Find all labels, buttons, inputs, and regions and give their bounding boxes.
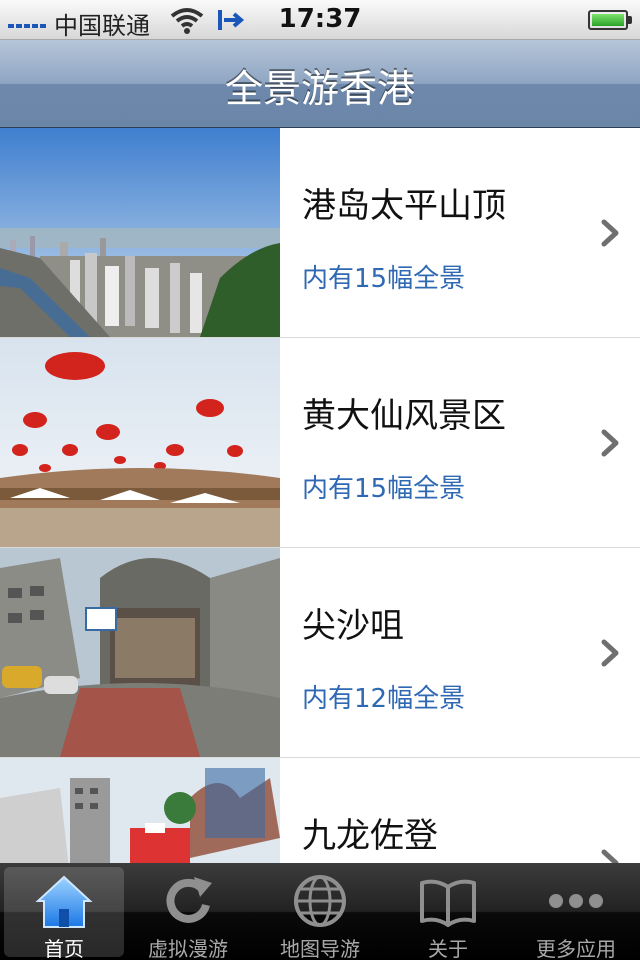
globe-icon [294,875,346,927]
navigation-bar: 全景游香港 [0,40,640,128]
tab-more-apps[interactable]: 更多应用 [516,867,636,961]
tab-map-guide[interactable]: 地图导游 [260,867,380,961]
item-subtitle: 内有12幅全景 [302,684,466,714]
panorama-thumbnail [0,128,280,337]
chevron-right-icon [601,639,619,667]
status-bar: 中国联通 17:37 [0,0,640,40]
tab-bar: 首页 虚拟漫游 地图导游 关于 更多应用 [0,863,640,961]
tab-home[interactable]: 首页 [4,867,124,961]
more-icon [549,894,603,908]
battery-icon [588,10,632,30]
location-list: 港岛太平山顶 内有15幅全景 黄大仙风景区 内有15幅全景 尖沙咀 内有12幅全… [0,128,640,863]
home-icon [35,875,93,928]
item-title: 尖沙咀 [302,606,404,646]
chevron-right-icon [601,219,619,247]
tab-label: 关于 [428,937,468,961]
list-item[interactable]: 尖沙咀 内有12幅全景 [0,548,640,759]
tab-label: 更多应用 [536,937,616,961]
item-subtitle: 内有15幅全景 [302,474,466,504]
item-subtitle: 内有15幅全景 [302,264,466,294]
item-title: 九龙佐登 [302,816,438,856]
panorama-thumbnail [0,758,280,863]
list-item[interactable]: 九龙佐登 [0,758,640,863]
page-title: 全景游香港 [224,67,415,111]
book-icon [420,879,476,927]
list-item[interactable]: 港岛太平山顶 内有15幅全景 [0,128,640,339]
item-title: 港岛太平山顶 [302,186,506,226]
tab-label: 首页 [44,937,84,961]
panorama-thumbnail [0,548,280,757]
list-item[interactable]: 黄大仙风景区 内有15幅全景 [0,338,640,549]
tab-virtual-tour[interactable]: 虚拟漫游 [128,867,248,961]
tab-label: 虚拟漫游 [148,937,228,961]
tab-label: 地图导游 [280,937,360,961]
tab-about[interactable]: 关于 [388,867,508,961]
item-title: 黄大仙风景区 [302,396,506,436]
chevron-right-icon [601,849,619,863]
status-time: 17:37 [278,4,362,34]
chevron-right-icon [601,429,619,457]
panorama-thumbnail [0,338,280,547]
refresh-icon [166,877,212,923]
